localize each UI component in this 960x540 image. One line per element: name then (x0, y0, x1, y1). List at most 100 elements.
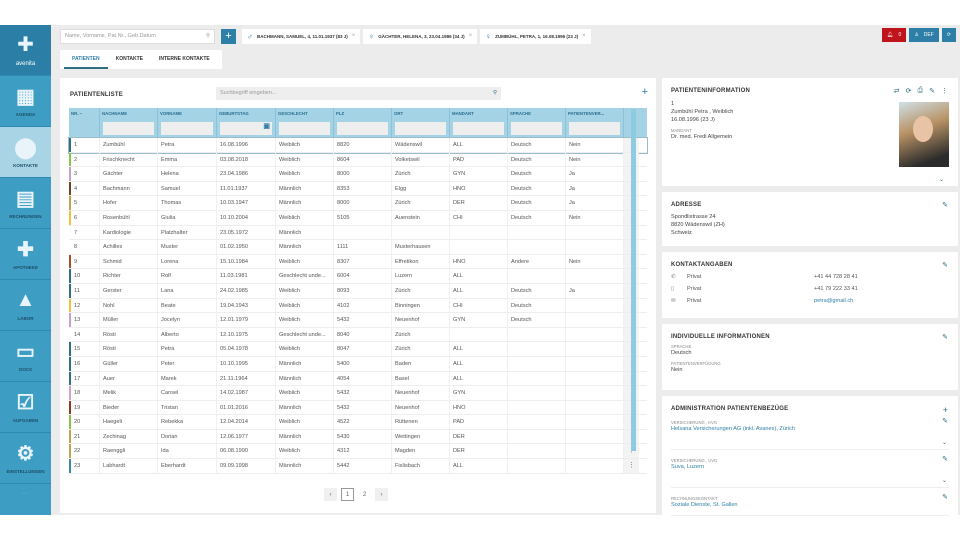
tab-kontakte[interactable]: KONTAKTE (108, 50, 151, 69)
chevron-down-icon[interactable]: ⌄ (939, 176, 944, 183)
table-row[interactable]: 18 Melik Cansel 14.02.1987 Weiblich 5432 Neuen… (69, 386, 647, 401)
patient-search-input[interactable]: Name, Vorname, Pat.Nr., Geb.Datum ⚲ (60, 28, 215, 44)
table-row[interactable]: 7 Kardiologie Platzhalter 23.05.1972 Männlic… (69, 225, 647, 241)
column-filter-input[interactable] (161, 122, 213, 135)
sidebar-item-agenda[interactable]: ▦ AGENDA (0, 76, 51, 127)
table-row[interactable]: 9 Schmid Lorena 15.10.1984 Weiblich 8307 Effre… (69, 254, 647, 270)
table-row[interactable]: 2 Frischknecht Emma 03.08.2018 Weiblich 8604 V… (69, 152, 647, 168)
edit-icon[interactable]: ✎ (929, 87, 935, 95)
scrollbar[interactable] (631, 109, 636, 451)
column-header[interactable]: NR. ‒ (69, 108, 100, 138)
close-icon[interactable]: × (469, 33, 473, 39)
column-filter-input[interactable] (511, 122, 562, 135)
table-cell (566, 356, 624, 371)
column-filter-input[interactable] (337, 122, 388, 135)
table-row[interactable]: 1 Zumbühl Petra 16.08.1996 Weiblich 8820 Wäden… (68, 137, 648, 154)
table-row[interactable]: 12 Nohl Beate 19.04.1943 Weiblich 4102 Binning… (69, 298, 647, 314)
patient-tab[interactable]: ♀ ZUMBÜHL, PETRA, 1, 16.08.1996 (23 J) × (480, 28, 591, 44)
scrollbar-thumb[interactable] (631, 109, 636, 451)
column-header[interactable]: GESCHLECHT (276, 108, 334, 138)
table-row[interactable]: 3 Gächter Helena 23.04.1986 Weiblich 8000 Züri… (69, 167, 647, 182)
page-1-button[interactable]: 1 (341, 488, 354, 501)
table-row[interactable]: 4 Bachmann Samuel 11.01.1937 Männlich 8353 Elg… (69, 181, 647, 197)
edit-icon[interactable]: ✎ (942, 333, 948, 341)
column-filter-input[interactable] (395, 122, 446, 135)
table-row[interactable]: 19 Bieder Tristan 01.01.2016 Männlich 5432 Neu… (69, 400, 647, 416)
column-header[interactable]: MANDANT (450, 108, 508, 138)
prev-page-button[interactable]: ‹ (324, 488, 337, 501)
sidebar-item-apotheke[interactable]: ✚ APOTHEKE (0, 229, 51, 280)
list-search-input[interactable]: Suchbegriff eingeben... ⚲ (216, 87, 501, 100)
table-row[interactable]: 8 Achilles Muster 01.02.1950 Männlich 1111 Mus… (69, 240, 647, 255)
table-row[interactable]: 15 Rösti Petra 05.04.1978 Weiblich 8047 Zürich… (69, 342, 647, 357)
column-header[interactable]: VORNAME (158, 108, 217, 138)
sync-button[interactable]: ⟳ (941, 28, 956, 42)
next-page-button[interactable]: › (375, 488, 388, 501)
chevron-down-icon[interactable]: ⌄ (942, 477, 947, 484)
column-header[interactable]: PATIENTENVER... (566, 108, 624, 138)
column-filter-input[interactable] (279, 122, 330, 135)
sidebar-item-aufgaben[interactable]: ☑ AUFGABEN (0, 382, 51, 433)
column-filter-input[interactable] (103, 122, 154, 135)
column-filter-input[interactable]: ▣ (220, 122, 272, 135)
table-row[interactable]: 6 Rosenbühl Giulia 10.10.2004 Weiblich 5105 Au… (69, 210, 647, 226)
medical-cross-icon: ✚ (17, 238, 34, 261)
table-row[interactable]: 11 Gerster Lana 24.02.1985 Weiblich 8093 Züric… (69, 283, 647, 299)
chevron-down-icon[interactable]: ⌄ (942, 439, 947, 446)
user-button[interactable]: ♙ DEF (909, 28, 939, 42)
column-filter-input[interactable] (453, 122, 504, 135)
column-header[interactable]: NACHNAME (100, 108, 158, 138)
sidebar-item-kontakte[interactable]: ⬤ KONTAKTE (0, 127, 51, 178)
table-row[interactable]: 13 Müller Jocelyn 12.01.1979 Weiblich 5432 Neu… (69, 313, 647, 328)
page-2-button[interactable]: 2 (358, 488, 371, 501)
admin-entry-value[interactable]: Soziale Dienste, St. Gallen (671, 501, 949, 509)
column-header[interactable]: GEBURTSTAG ▣ (217, 108, 276, 138)
sidebar-item-rechnungen[interactable]: ▤ RECHNUNGEN (0, 178, 51, 229)
table-row[interactable]: 16 Güller Peter 10.10.1995 Männlich 5400 Baden… (69, 356, 647, 372)
table-cell: Frischknecht (100, 152, 158, 167)
table-row[interactable]: 17 Auer Marek 21.11.1964 Männlich 4054 Basel AL… (69, 371, 647, 387)
more-icon[interactable]: ⋮ (941, 87, 948, 95)
table-row[interactable]: 22 Raenggli Ida 06.08.1990 Weiblich 4312 Magde… (69, 444, 647, 460)
tab-interne-kontakte[interactable]: INTERNE KONTAKTE (151, 50, 218, 69)
tab-patienten[interactable]: PATIENTEN (64, 50, 108, 69)
column-header[interactable]: PLZ (334, 108, 392, 138)
edit-icon[interactable]: ✎ (942, 493, 948, 501)
sidebar-more[interactable]: ··· (0, 490, 51, 497)
edit-icon[interactable]: ✎ (942, 417, 948, 425)
table-row[interactable]: 14 Rösti Alberto 12.10.1975 Geschlecht unde.… (69, 327, 647, 343)
table-row[interactable]: 23 Labhardt Eberhardt 09.09.1998 Männlich 544… (69, 459, 647, 474)
admin-entry-value[interactable]: Suva, Luzern (671, 463, 949, 471)
close-icon[interactable]: × (352, 33, 356, 39)
column-header[interactable]: SPRACHE (508, 108, 566, 138)
column-filter-input[interactable] (569, 122, 620, 135)
print-icon[interactable]: ⎙ (918, 87, 924, 95)
add-patient-button[interactable]: + (221, 28, 236, 44)
share-icon[interactable]: ⇄ (894, 87, 900, 95)
refresh-icon[interactable]: ⟳ (906, 87, 912, 95)
row-menu-icon[interactable]: ⋮ (624, 459, 639, 473)
edit-icon[interactable]: ✎ (942, 455, 948, 463)
sort-icon[interactable]: ‒ (78, 111, 82, 116)
sidebar-item-einstellungen[interactable]: ⚙ EINSTELLUNGEN (0, 433, 51, 484)
notifications-button[interactable]: 🔔︎ 0 (882, 28, 907, 42)
sidebar-item-docs[interactable]: ▭ DOCS (0, 331, 51, 382)
patient-tab[interactable]: ♀ GÄCHTER, HELENA, 3, 23.04.1986 (34 J) × (363, 28, 478, 44)
edit-icon[interactable]: ✎ (942, 261, 948, 269)
sidebar-item-labor[interactable]: ▲ LABOR (0, 280, 51, 331)
contact-value[interactable]: petra@gmail.ch (814, 295, 853, 307)
table-row[interactable]: 21 Zechinag Dorian 12.06.1977 Männlich 5430 We… (69, 429, 647, 445)
close-icon[interactable]: × (582, 33, 586, 39)
table-row[interactable]: 20 Haegeli Rebekka 12.04.2014 Weiblich 4522 Rü… (69, 415, 647, 430)
logo[interactable]: ✚ avenita (0, 25, 51, 76)
admin-entry-value[interactable]: Helsana Versicherungen AG (inkl. Avanex)… (671, 425, 949, 433)
patient-tab[interactable]: ♂ BACHMANN, SAMUEL, 4, 11.01.1937 (83 J) × (242, 28, 361, 44)
calendar-icon[interactable]: ▣ (263, 123, 270, 130)
edit-icon[interactable]: ✎ (942, 201, 948, 209)
table-row[interactable]: 10 Richter Rolf 11.03.1981 Geschlecht unde..… (69, 269, 647, 284)
column-header[interactable]: ORT (392, 108, 450, 138)
table-cell: Deutsch (508, 152, 566, 167)
row-color-marker (69, 226, 71, 240)
add-button[interactable]: + (642, 86, 648, 98)
table-row[interactable]: 5 Hofer Thomas 10.03.1947 Männlich 8000 Zürich… (69, 196, 647, 211)
